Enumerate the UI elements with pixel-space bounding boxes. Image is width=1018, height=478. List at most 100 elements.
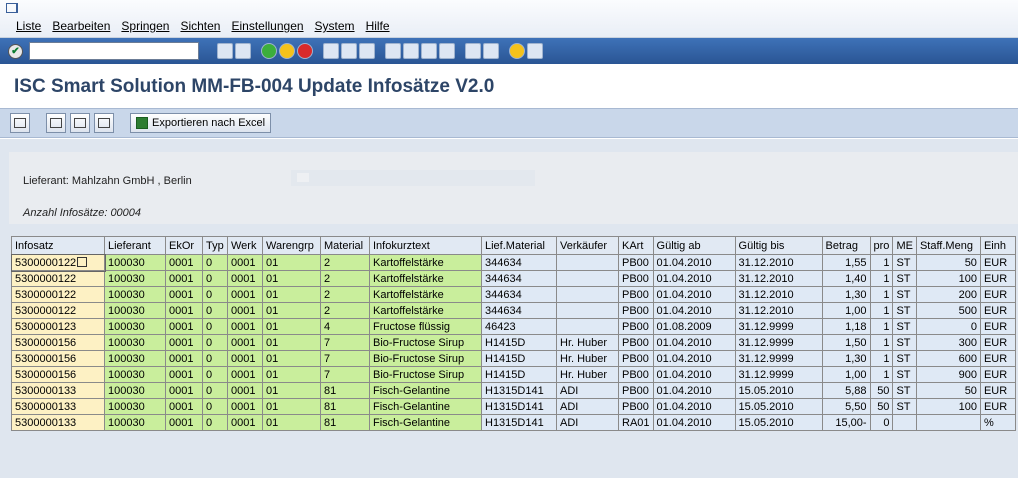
col-gueltig-bis[interactable]: Gültig bis [734,236,823,255]
cell-kart[interactable]: PB00 [618,270,654,287]
cell-lief-material[interactable]: H1315D141 [481,382,557,399]
cell-material[interactable]: 7 [320,366,370,383]
table-row[interactable]: 5300000156 100030 0001 0 0001 01 7 Bio-Fructose… [11,334,1016,351]
cell-ekor[interactable]: 0001 [165,366,203,383]
export-excel-button[interactable]: Exportieren nach Excel [130,113,272,133]
menu-bearbeiten[interactable]: Bearbeiten [52,19,110,33]
cell-verkaeufer[interactable] [556,286,619,303]
cell-lief-material[interactable]: 344634 [481,254,557,271]
cell-typ[interactable]: 0 [202,334,228,351]
cell-staff-meng[interactable]: 100 [915,398,981,415]
cell-werk[interactable]: 0001 [227,270,263,287]
cell-einh[interactable]: EUR [979,398,1016,415]
cell-lief-material[interactable]: 46423 [481,318,557,335]
cell-material[interactable]: 7 [320,334,370,351]
cell-staff-meng[interactable]: 600 [915,350,981,367]
cell-einh[interactable]: EUR [979,270,1016,287]
cell-me[interactable]: ST [892,350,917,367]
cell-lief-material[interactable]: 344634 [481,286,557,303]
cell-staff-meng[interactable]: 500 [915,302,981,319]
col-kart[interactable]: KArt [618,236,654,255]
cell-lieferant[interactable]: 100030 [104,398,166,415]
cell-verkaeufer[interactable] [556,270,619,287]
cell-warengrp[interactable]: 01 [262,334,321,351]
details-button[interactable] [10,113,30,133]
cell-typ[interactable]: 0 [202,350,228,367]
cell-werk[interactable]: 0001 [227,414,263,431]
cancel-icon[interactable] [297,43,313,59]
cell-gueltig-bis[interactable]: 31.12.2010 [734,286,823,303]
cell-staff-meng[interactable]: 300 [915,334,981,351]
cell-infokurztext[interactable]: Bio-Fructose Sirup [369,334,482,351]
col-material[interactable]: Material [320,236,370,255]
cell-kart[interactable]: PB00 [618,366,654,383]
cell-kart[interactable]: PB00 [618,254,654,271]
cell-verkaeufer[interactable]: ADI [556,382,619,399]
cell-lieferant[interactable]: 100030 [104,382,166,399]
cell-warengrp[interactable]: 01 [262,398,321,415]
cell-werk[interactable]: 0001 [227,398,263,415]
layout-icon[interactable] [527,43,543,59]
cell-betrag[interactable]: 5,50 [821,398,871,415]
cell-material[interactable]: 81 [320,414,370,431]
cell-material[interactable]: 7 [320,350,370,367]
select-layout-button[interactable] [94,113,114,133]
save-icon[interactable] [235,43,251,59]
cell-verkaeufer[interactable] [556,302,619,319]
shortcut-icon[interactable] [483,43,499,59]
cell-verkaeufer[interactable]: Hr. Huber [556,366,619,383]
cell-infokurztext[interactable]: Kartoffelstärke [369,286,482,303]
cell-kart[interactable]: PB00 [618,350,654,367]
col-infosatz[interactable]: Infosatz [11,236,105,255]
col-staff-meng[interactable]: Staff.Meng [915,236,981,255]
cell-warengrp[interactable]: 01 [262,350,321,367]
cell-einh[interactable]: % [979,414,1016,431]
col-lieferant[interactable]: Lieferant [104,236,166,255]
cell-gueltig-ab[interactable]: 01.04.2010 [652,414,736,431]
cell-infosatz[interactable]: 5300000156 [11,334,105,351]
value-help-icon[interactable] [77,256,88,267]
cell-typ[interactable]: 0 [202,302,228,319]
col-einh[interactable]: Einh [979,236,1016,255]
cell-lief-material[interactable]: H1415D [481,334,557,351]
cell-lieferant[interactable]: 100030 [104,270,166,287]
cell-ekor[interactable]: 0001 [165,350,203,367]
cell-staff-meng[interactable] [915,414,981,431]
cell-typ[interactable]: 0 [202,382,228,399]
cell-lieferant[interactable]: 100030 [104,302,166,319]
cell-infokurztext[interactable]: Kartoffelstärke [369,254,482,271]
cell-gueltig-ab[interactable]: 01.04.2010 [652,302,736,319]
cell-me[interactable]: ST [892,382,917,399]
menu-springen[interactable]: Springen [121,19,169,33]
cell-material[interactable]: 81 [320,398,370,415]
cell-gueltig-ab[interactable]: 01.04.2010 [652,382,736,399]
cell-kart[interactable]: PB00 [618,302,654,319]
cell-material[interactable]: 2 [320,254,370,271]
layout-button[interactable] [70,113,90,133]
find-next-icon[interactable] [359,43,375,59]
cell-infokurztext[interactable]: Kartoffelstärke [369,302,482,319]
cell-betrag[interactable]: 1,40 [821,270,871,287]
cell-infosatz[interactable]: 5300000156 [11,366,105,383]
cell-ekor[interactable]: 0001 [165,270,203,287]
cell-me[interactable]: ST [892,254,917,271]
cell-warengrp[interactable]: 01 [262,366,321,383]
cell-staff-meng[interactable]: 100 [915,270,981,287]
cell-material[interactable]: 4 [320,318,370,335]
enter-icon[interactable]: ✔ [8,43,23,59]
cell-staff-meng[interactable]: 50 [915,382,981,399]
cell-me[interactable]: ST [892,366,917,383]
cell-me[interactable]: ST [892,286,917,303]
cell-infosatz[interactable]: 5300000122 [11,253,106,272]
cell-verkaeufer[interactable] [556,254,619,271]
cell-kart[interactable]: PB00 [618,286,654,303]
cell-einh[interactable]: EUR [979,350,1016,367]
cell-infokurztext[interactable]: Kartoffelstärke [369,270,482,287]
cell-staff-meng[interactable]: 200 [915,286,981,303]
cell-staff-meng[interactable]: 900 [915,366,981,383]
cell-warengrp[interactable]: 01 [262,286,321,303]
table-row[interactable]: 5300000122 100030 0001 0 0001 01 2 Kartoffelstä… [11,253,1016,272]
menu-icon[interactable] [6,3,18,13]
find-icon[interactable] [341,43,357,59]
cell-verkaeufer[interactable]: ADI [556,398,619,415]
